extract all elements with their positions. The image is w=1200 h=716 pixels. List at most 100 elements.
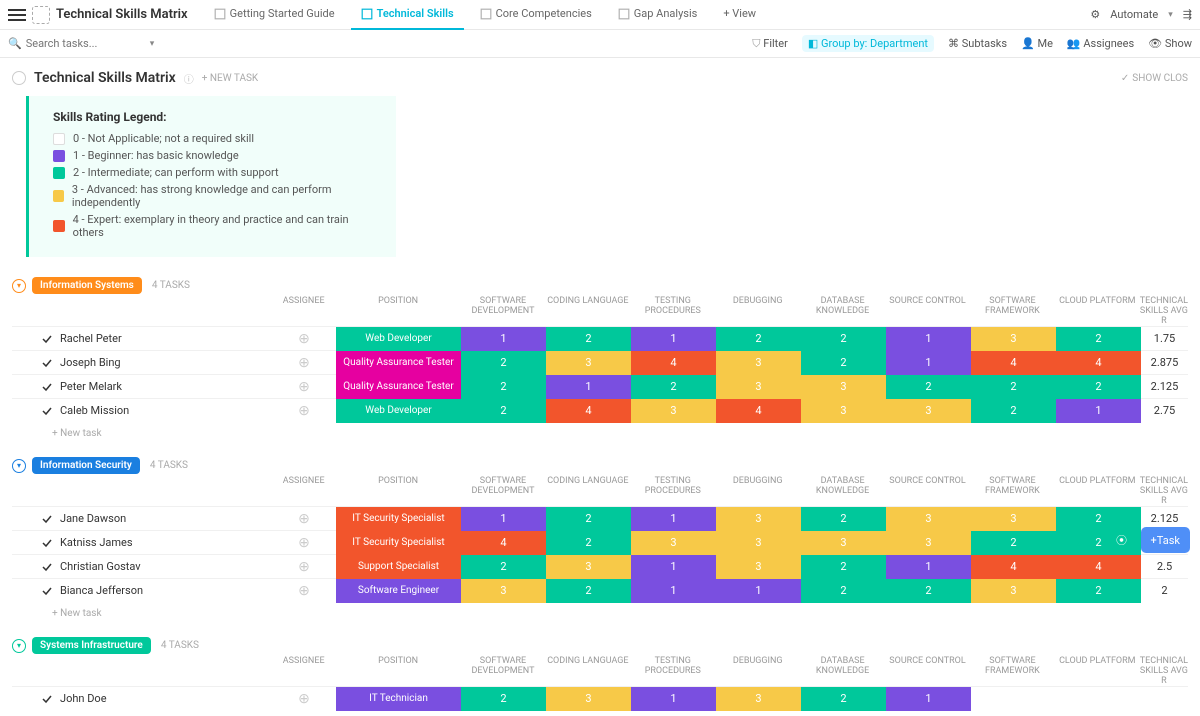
section-caret-icon[interactable]: ▾ — [12, 639, 26, 653]
cell-score[interactable]: 2 — [971, 399, 1056, 423]
cell-score[interactable]: 2 — [461, 399, 546, 423]
tab-gap-analysis[interactable]: Gap Analysis — [608, 0, 708, 30]
section-pill[interactable]: Information Systems — [32, 277, 142, 294]
cell-score[interactable]: 1 — [886, 327, 971, 351]
show-closed-button[interactable]: ✓ SHOW CLOS — [1121, 73, 1188, 84]
automate-button[interactable]: Automate — [1110, 8, 1158, 21]
assignee-add-icon[interactable]: ⊕ — [272, 691, 336, 707]
cell-score[interactable]: 3 — [546, 687, 631, 711]
group-by-button[interactable]: ◧ Group by: Department — [802, 35, 934, 52]
assignee-add-icon[interactable]: ⊕ — [272, 403, 336, 419]
cell-score[interactable]: 3 — [716, 687, 801, 711]
cell-score[interactable]: 3 — [886, 399, 971, 423]
cell-score[interactable] — [1056, 687, 1141, 711]
cell-score[interactable]: 2 — [801, 507, 886, 531]
cell-score[interactable]: 3 — [461, 579, 546, 603]
cell-position[interactable]: Web Developer — [336, 399, 461, 423]
cell-score[interactable]: 1 — [631, 327, 716, 351]
cell-score[interactable]: 2 — [801, 687, 886, 711]
cell-score[interactable]: 3 — [716, 375, 801, 399]
cell-score[interactable]: 3 — [801, 375, 886, 399]
cell-score[interactable]: 2 — [1056, 579, 1141, 603]
cell-score[interactable]: 3 — [971, 327, 1056, 351]
show-button[interactable]: 👁 Show — [1148, 37, 1192, 50]
cell-score[interactable]: 1 — [631, 507, 716, 531]
cell-score[interactable]: 2 — [801, 327, 886, 351]
fab-task-button[interactable]: + Task — [1141, 527, 1190, 553]
cell-score[interactable]: 2 — [716, 327, 801, 351]
cell-score[interactable]: 3 — [886, 507, 971, 531]
new-task-header-button[interactable]: + NEW TASK — [202, 73, 258, 84]
chevron-down-icon[interactable]: ▾ — [1168, 10, 1173, 20]
cell-score[interactable]: 3 — [631, 531, 716, 555]
cell-score[interactable]: 3 — [631, 399, 716, 423]
info-icon[interactable]: ⓘ — [184, 71, 194, 86]
assignee-add-icon[interactable]: ⊕ — [272, 583, 336, 599]
section-caret-icon[interactable]: ▾ — [12, 279, 26, 293]
cell-position[interactable]: Web Developer — [336, 327, 461, 351]
cell-score[interactable]: 4 — [716, 399, 801, 423]
section-pill[interactable]: Systems Infrastructure — [32, 637, 151, 654]
table-row[interactable]: Caleb Mission⊕Web Developer243433212.75 — [12, 398, 1188, 422]
cell-score[interactable]: 1 — [886, 687, 971, 711]
cell-position[interactable]: IT Security Specialist — [336, 507, 461, 531]
add-view-button[interactable]: + View — [713, 0, 766, 30]
cell-score[interactable]: 1 — [631, 555, 716, 579]
cell-score[interactable]: 3 — [716, 351, 801, 375]
cell-score[interactable]: 1 — [461, 507, 546, 531]
new-task-button[interactable]: + New task — [12, 422, 1188, 451]
cell-score[interactable]: 2 — [971, 531, 1056, 555]
cell-score[interactable]: 4 — [631, 351, 716, 375]
cell-score[interactable]: 2 — [461, 375, 546, 399]
cell-score[interactable]: 2 — [461, 555, 546, 579]
cell-score[interactable]: 2 — [461, 351, 546, 375]
share-icon[interactable]: ⇶ — [1183, 8, 1192, 21]
fab-record-button[interactable]: ⦿ — [1109, 527, 1135, 553]
cell-score[interactable]: 4 — [546, 399, 631, 423]
cell-score[interactable]: 3 — [546, 555, 631, 579]
assignee-add-icon[interactable]: ⊕ — [272, 511, 336, 527]
cell-score[interactable]: 4 — [1056, 555, 1141, 579]
cell-score[interactable] — [971, 687, 1056, 711]
cell-position[interactable]: IT Technician — [336, 687, 461, 711]
cell-score[interactable]: 2 — [461, 687, 546, 711]
cell-score[interactable]: 3 — [716, 531, 801, 555]
cell-score[interactable]: 4 — [1056, 351, 1141, 375]
cell-position[interactable]: Support Specialist — [336, 555, 461, 579]
cell-score[interactable]: 2 — [886, 579, 971, 603]
cell-score[interactable]: 2 — [546, 507, 631, 531]
table-row[interactable]: Rachel Peter⊕Web Developer121221321.75 — [12, 326, 1188, 350]
table-row[interactable]: Peter Melark⊕Quality Assurance Tester212… — [12, 374, 1188, 398]
cell-score[interactable]: 2 — [886, 375, 971, 399]
filter-button[interactable]: ⛉ Filter — [752, 37, 788, 51]
table-row[interactable]: Katniss James⊕IT Security Specialist4233… — [12, 530, 1188, 554]
assignee-add-icon[interactable]: ⊕ — [272, 331, 336, 347]
cell-score[interactable]: 1 — [631, 579, 716, 603]
cell-position[interactable]: Quality Assurance Tester — [336, 351, 461, 375]
section-caret-icon[interactable]: ▾ — [12, 459, 26, 473]
collapse-icon[interactable] — [12, 71, 26, 85]
cell-score[interactable]: 2 — [546, 327, 631, 351]
cell-score[interactable]: 1 — [716, 579, 801, 603]
cell-score[interactable]: 2 — [546, 579, 631, 603]
menu-icon[interactable] — [8, 6, 26, 24]
table-row[interactable]: John Doe⊕IT Technician231321 — [12, 686, 1188, 710]
cell-score[interactable]: 3 — [971, 507, 1056, 531]
assignee-add-icon[interactable]: ⊕ — [272, 379, 336, 395]
cell-score[interactable]: 2 — [1056, 327, 1141, 351]
cell-score[interactable]: 4 — [971, 555, 1056, 579]
cell-score[interactable]: 3 — [801, 531, 886, 555]
cell-score[interactable]: 2 — [971, 375, 1056, 399]
cell-score[interactable]: 2 — [801, 555, 886, 579]
cell-score[interactable]: 3 — [546, 351, 631, 375]
table-row[interactable]: Christian Gostav⊕Support Specialist23132… — [12, 554, 1188, 578]
search-input[interactable] — [26, 37, 146, 50]
assignee-add-icon[interactable]: ⊕ — [272, 355, 336, 371]
cell-score[interactable]: 2 — [1056, 375, 1141, 399]
assignees-button[interactable]: 👥 Assignees — [1067, 37, 1134, 50]
cell-score[interactable]: 4 — [461, 531, 546, 555]
assignee-add-icon[interactable]: ⊕ — [272, 535, 336, 551]
cell-score[interactable]: 3 — [971, 579, 1056, 603]
tab-getting-started-guide[interactable]: Getting Started Guide — [204, 0, 345, 30]
cell-score[interactable]: 4 — [971, 351, 1056, 375]
